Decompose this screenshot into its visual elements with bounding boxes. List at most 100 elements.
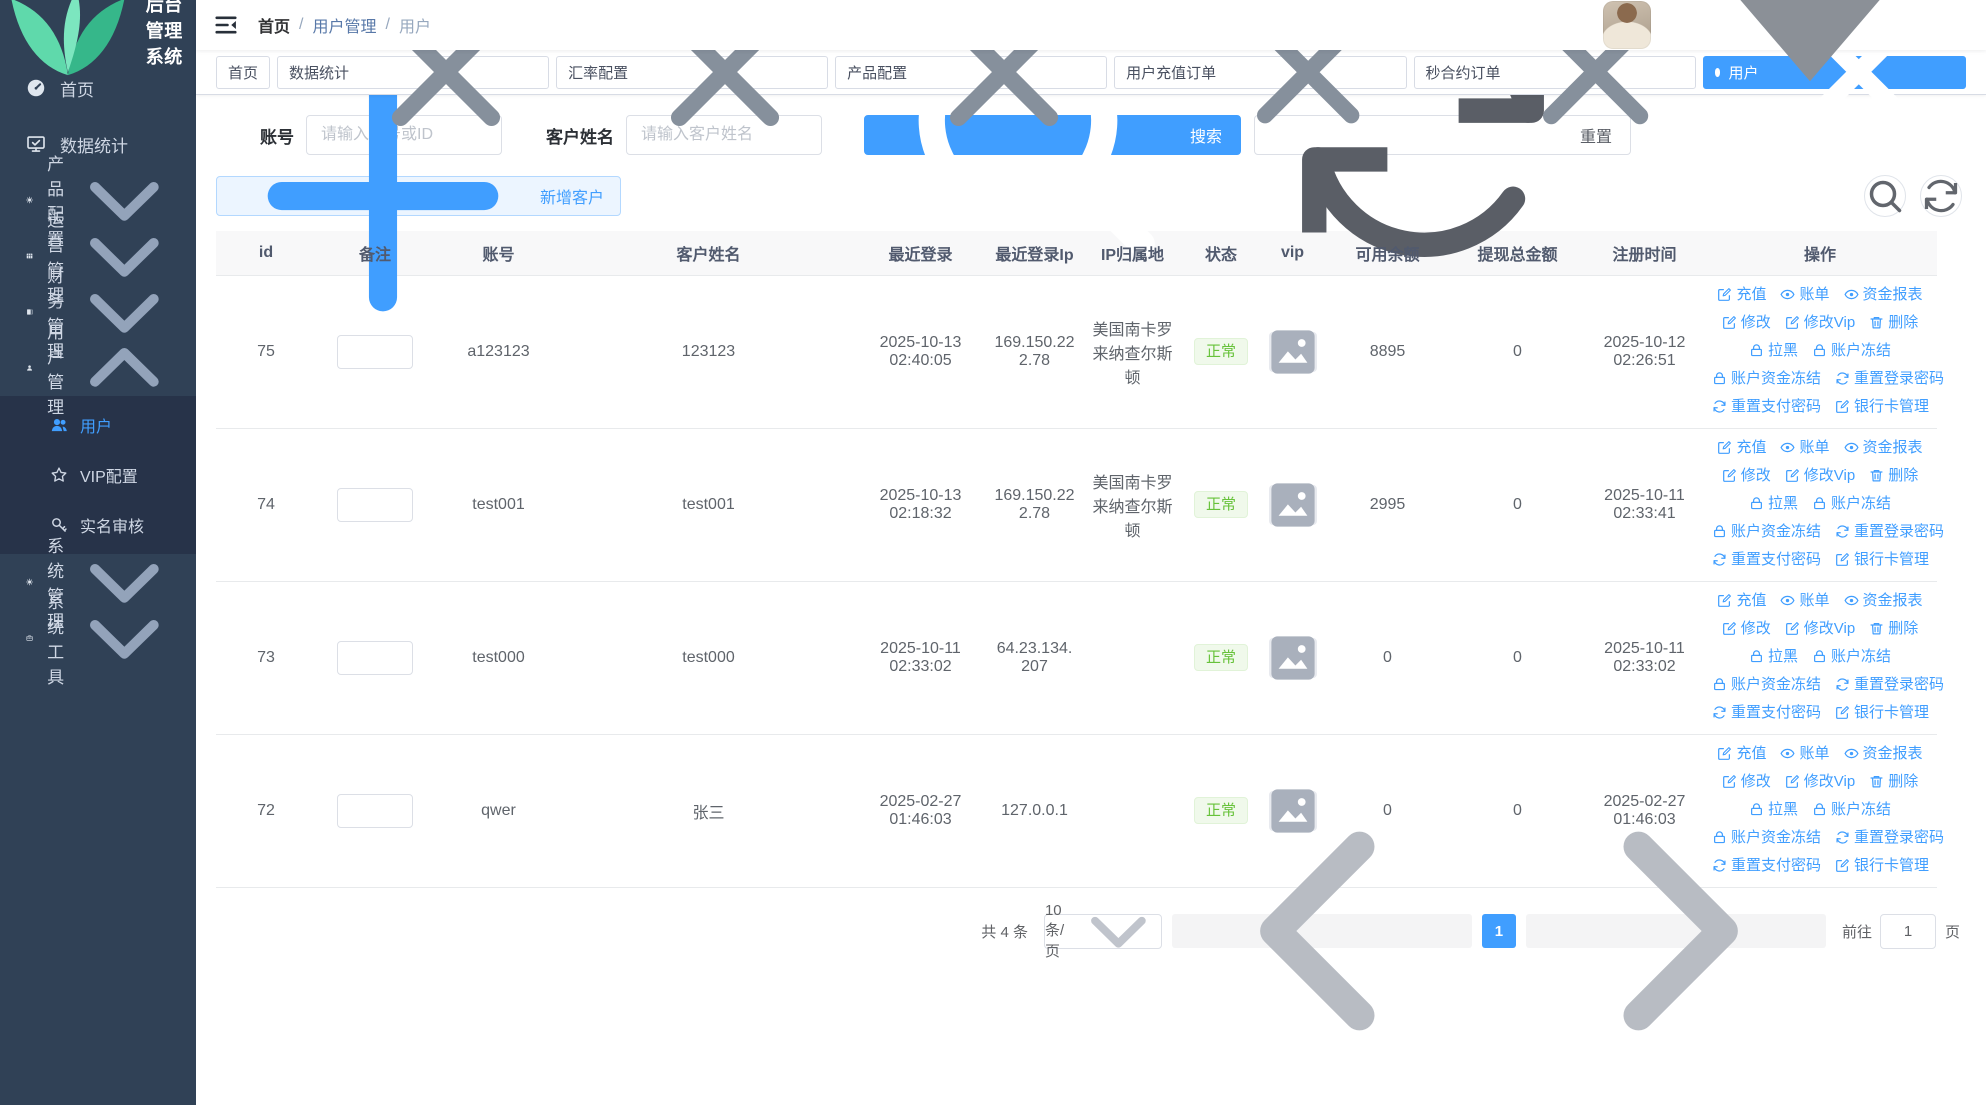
op-修改Vip[interactable]: 修改Vip	[1785, 616, 1855, 641]
cell-customer-name: test001	[563, 428, 854, 582]
op-银行卡管理[interactable]: 银行卡管理	[1835, 394, 1929, 419]
user-avatar[interactable]	[1603, 1, 1651, 49]
op-账单[interactable]: 账单	[1780, 282, 1830, 307]
view-icon	[1843, 440, 1859, 455]
op-账单[interactable]: 账单	[1780, 435, 1830, 460]
vip-image-placeholder[interactable]	[1268, 329, 1317, 374]
tab-home[interactable]: 首页	[216, 55, 271, 89]
goto-page-input[interactable]	[1879, 913, 1936, 949]
op-账户资金冻结[interactable]: 账户资金冻结	[1712, 366, 1821, 391]
search-icon	[1865, 176, 1905, 216]
lock-icon	[1812, 649, 1827, 664]
op-重置登录密码[interactable]: 重置登录密码	[1835, 825, 1944, 850]
remark-input[interactable]	[337, 334, 413, 369]
view-icon	[1780, 440, 1796, 455]
caret-down-icon[interactable]	[1660, 0, 1960, 175]
op-充值[interactable]: 充值	[1717, 282, 1766, 307]
op-修改Vip[interactable]: 修改Vip	[1785, 463, 1855, 488]
op-修改Vip[interactable]: 修改Vip	[1785, 310, 1855, 335]
op-删除[interactable]: 删除	[1869, 616, 1918, 641]
op-修改[interactable]: 修改	[1722, 310, 1771, 335]
op-修改[interactable]: 修改	[1722, 463, 1771, 488]
vip-image-placeholder[interactable]	[1268, 635, 1317, 680]
view-icon	[1780, 746, 1796, 761]
page-size-select[interactable]: 10条/页	[1043, 902, 1162, 960]
op-账户冻结[interactable]: 账户冻结	[1812, 644, 1891, 669]
hamburger-icon[interactable]	[214, 13, 238, 37]
breadcrumb-user-management[interactable]: 用户管理	[312, 13, 376, 37]
table-refresh-button[interactable]	[1920, 175, 1962, 217]
top-navbar: 首页 / 用户管理 / 用户	[196, 0, 1986, 82]
cell-last-login-ip: 127.0.0.1	[987, 734, 1082, 888]
op-充值[interactable]: 充值	[1717, 588, 1766, 613]
sidebar-item-home[interactable]: 首页	[0, 60, 196, 116]
main-area: 首页 / 用户管理 / 用户 首页 数据统计 汇率配置 产品配置 用户充值订单 …	[196, 0, 1986, 1105]
op-银行卡管理[interactable]: 银行卡管理	[1835, 700, 1929, 725]
table-search-toggle-button[interactable]	[1864, 175, 1906, 217]
op-账户冻结[interactable]: 账户冻结	[1812, 338, 1891, 363]
sidebar-subitem-vip-config[interactable]: VIP配置	[0, 450, 196, 500]
op-修改[interactable]: 修改	[1722, 616, 1771, 641]
stats-icon	[26, 134, 46, 154]
breadcrumb-home[interactable]: 首页	[258, 13, 290, 37]
sidebar-subitem-label: VIP配置	[80, 469, 138, 486]
tab-recharge-orders[interactable]: 用户充值订单	[1114, 20, 1407, 124]
next-page-button[interactable]	[1525, 831, 1826, 1031]
picture-icon	[1269, 481, 1317, 529]
prev-page-button[interactable]	[1171, 831, 1472, 1031]
lock-icon	[1812, 343, 1827, 358]
tab-exchange-rate-config[interactable]: 汇率配置	[556, 17, 829, 127]
op-拉黑[interactable]: 拉黑	[1749, 338, 1798, 363]
op-重置登录密码[interactable]: 重置登录密码	[1835, 366, 1944, 391]
op-充值[interactable]: 充值	[1717, 741, 1766, 766]
edit-icon	[1785, 468, 1800, 483]
op-重置支付密码[interactable]: 重置支付密码	[1712, 394, 1821, 419]
op-资金报表[interactable]: 资金报表	[1843, 741, 1923, 766]
op-重置支付密码[interactable]: 重置支付密码	[1712, 547, 1821, 572]
picture-icon	[1269, 634, 1317, 682]
table-row: 74 test001 test001 2025-10-13 02:18:32 1…	[216, 428, 1944, 582]
op-账户资金冻结[interactable]: 账户资金冻结	[1712, 519, 1821, 544]
op-资金报表[interactable]: 资金报表	[1843, 282, 1923, 307]
edit-icon	[1835, 399, 1850, 414]
sidebar-item-user-management[interactable]: 用户管理	[0, 323, 196, 417]
remark-input[interactable]	[337, 793, 413, 828]
delete-icon	[1869, 468, 1884, 483]
op-账户冻结[interactable]: 账户冻结	[1812, 491, 1891, 516]
chevron-right-icon	[1526, 781, 1826, 1081]
op-删除[interactable]: 删除	[1869, 310, 1918, 335]
cell-remark	[316, 734, 434, 888]
cell-ip-location: 美国南卡罗来纳查尔斯顿	[1082, 275, 1183, 429]
delete-icon	[1869, 621, 1884, 636]
op-充值[interactable]: 充值	[1717, 435, 1766, 460]
chevron-down-icon	[71, 585, 178, 692]
col-registered: 注册时间	[1586, 231, 1703, 276]
cell-id: 72	[216, 734, 316, 888]
op-重置支付密码[interactable]: 重置支付密码	[1712, 700, 1821, 725]
op-资金报表[interactable]: 资金报表	[1843, 588, 1923, 613]
op-拉黑[interactable]: 拉黑	[1749, 644, 1798, 669]
current-page-button[interactable]: 1	[1481, 914, 1516, 948]
remark-input[interactable]	[337, 640, 413, 675]
op-重置登录密码[interactable]: 重置登录密码	[1835, 519, 1944, 544]
add-customer-button[interactable]: 新增客户	[216, 80, 622, 312]
cell-vip	[1259, 275, 1326, 429]
op-账单[interactable]: 账单	[1780, 588, 1830, 613]
tab-data-stats[interactable]: 数据统计	[277, 17, 550, 127]
edit-icon	[1722, 621, 1737, 636]
breadcrumb-separator: /	[385, 16, 390, 33]
tab-product-config[interactable]: 产品配置	[835, 17, 1108, 127]
op-重置登录密码[interactable]: 重置登录密码	[1835, 672, 1944, 697]
op-银行卡管理[interactable]: 银行卡管理	[1835, 547, 1929, 572]
op-银行卡管理[interactable]: 银行卡管理	[1835, 853, 1929, 878]
op-删除[interactable]: 删除	[1869, 769, 1918, 794]
op-资金报表[interactable]: 资金报表	[1843, 435, 1923, 460]
sidebar-item-system-tools[interactable]: 系统工具	[0, 593, 196, 687]
cell-account: test001	[434, 428, 563, 582]
op-拉黑[interactable]: 拉黑	[1749, 491, 1798, 516]
op-账户资金冻结[interactable]: 账户资金冻结	[1712, 672, 1821, 697]
op-删除[interactable]: 删除	[1869, 463, 1918, 488]
remark-input[interactable]	[337, 487, 413, 522]
vip-image-placeholder[interactable]	[1268, 482, 1317, 527]
op-账单[interactable]: 账单	[1780, 741, 1830, 766]
